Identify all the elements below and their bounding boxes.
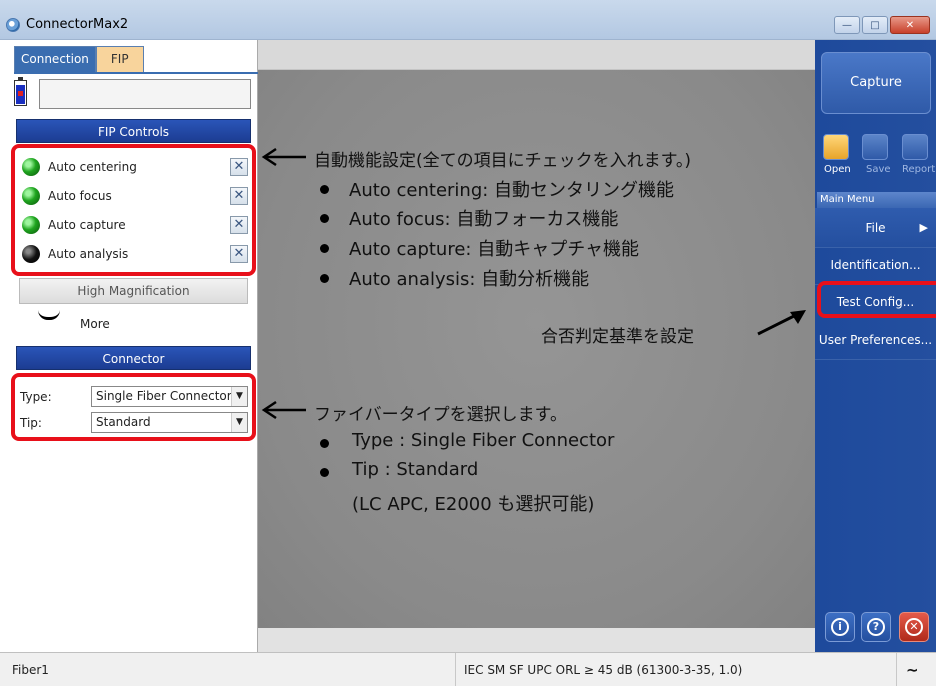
close-window-button[interactable]: ✕ <box>890 16 930 34</box>
maximize-button[interactable]: □ <box>862 16 888 34</box>
status-fiber: Fiber1 <box>12 663 49 677</box>
battery-icon <box>14 77 27 106</box>
left-panel: Connection FIP FIP Controls Auto centeri… <box>0 40 258 652</box>
report-label: Report <box>902 164 936 175</box>
status-separator <box>455 653 456 686</box>
bullet-icon <box>320 274 329 283</box>
menu-file-label: File <box>865 221 886 235</box>
wireless-icon: ∼ <box>906 661 919 679</box>
bullet-icon <box>320 214 329 223</box>
highlight-connector <box>11 373 256 441</box>
main-menu-header: Main Menu <box>817 192 936 208</box>
open-folder-icon[interactable] <box>823 134 849 160</box>
image-toolbar-strip <box>258 40 815 70</box>
submenu-arrow-icon: ▶ <box>919 221 928 234</box>
bullet-icon <box>320 439 329 448</box>
save-label: Save <box>866 164 891 175</box>
tab-connection[interactable]: Connection <box>14 46 96 72</box>
annotation-fiber-title: ファイバータイプを選択します。 <box>314 405 567 425</box>
bullet-icon <box>320 244 329 253</box>
status-separator <box>896 653 897 686</box>
chevron-down-icon[interactable] <box>38 310 60 320</box>
help-button[interactable]: ? <box>861 612 891 642</box>
report-document-icon[interactable] <box>902 134 928 160</box>
high-magnification-button[interactable]: High Magnification <box>19 278 248 304</box>
annotation-auto-item: Auto analysis: 自動分析機能 <box>349 269 590 290</box>
fip-controls-header: FIP Controls <box>16 119 251 143</box>
bullet-icon <box>320 468 329 477</box>
capture-button[interactable]: Capture <box>821 52 931 114</box>
exit-button[interactable]: ✕ <box>899 612 929 642</box>
fiber-image-view[interactable] <box>258 40 815 652</box>
image-bottom-strip <box>258 628 815 652</box>
minimize-button[interactable]: — <box>834 16 860 34</box>
annotation-auto-item: Auto centering: 自動センタリング機能 <box>349 180 675 201</box>
tab-underline <box>14 72 258 74</box>
status-test-config: IEC SM SF UPC ORL ≥ 45 dB (61300-3-35, 1… <box>464 663 743 677</box>
connector-header: Connector <box>16 346 251 370</box>
annotation-fiber-item: Type : Single Fiber Connector <box>352 430 615 451</box>
annotation-fiber-note: (LC APC, E2000 も選択可能) <box>352 494 595 515</box>
tab-bar: Connection FIP <box>14 46 144 72</box>
menu-user-preferences[interactable]: User Preferences... <box>815 320 936 360</box>
title-bar: ConnectorMax2 — □ ✕ <box>0 0 936 40</box>
app-logo-icon <box>6 18 20 32</box>
more-label[interactable]: More <box>80 317 110 331</box>
bullet-icon <box>320 185 329 194</box>
menu-file[interactable]: File ▶ <box>815 208 936 248</box>
menu-identification[interactable]: Identification... <box>815 245 936 285</box>
device-status-box <box>39 79 251 109</box>
annotation-auto-item: Auto capture: 自動キャプチャ機能 <box>349 239 640 260</box>
right-panel: Capture Open Save Report Main Menu File … <box>815 40 936 652</box>
annotation-auto-title: 自動機能設定(全ての項目にチェックを入れます。) <box>314 151 692 171</box>
highlight-test-config <box>817 281 936 318</box>
annotation-criteria: 合否判定基準を設定 <box>541 327 694 347</box>
exit-icon: ✕ <box>905 618 923 636</box>
open-label: Open <box>824 164 851 175</box>
save-disk-icon[interactable] <box>862 134 888 160</box>
annotation-auto-item: Auto focus: 自動フォーカス機能 <box>349 209 619 230</box>
help-icon: ? <box>867 618 885 636</box>
info-icon: i <box>831 618 849 636</box>
annotation-fiber-item: Tip : Standard <box>352 459 479 480</box>
info-button[interactable]: i <box>825 612 855 642</box>
status-bar: Fiber1 IEC SM SF UPC ORL ≥ 45 dB (61300-… <box>0 652 936 686</box>
window-controls: — □ ✕ <box>834 16 930 34</box>
window-title: ConnectorMax2 <box>26 17 129 32</box>
highlight-fip-controls <box>11 144 256 276</box>
tab-fip[interactable]: FIP <box>95 46 144 72</box>
